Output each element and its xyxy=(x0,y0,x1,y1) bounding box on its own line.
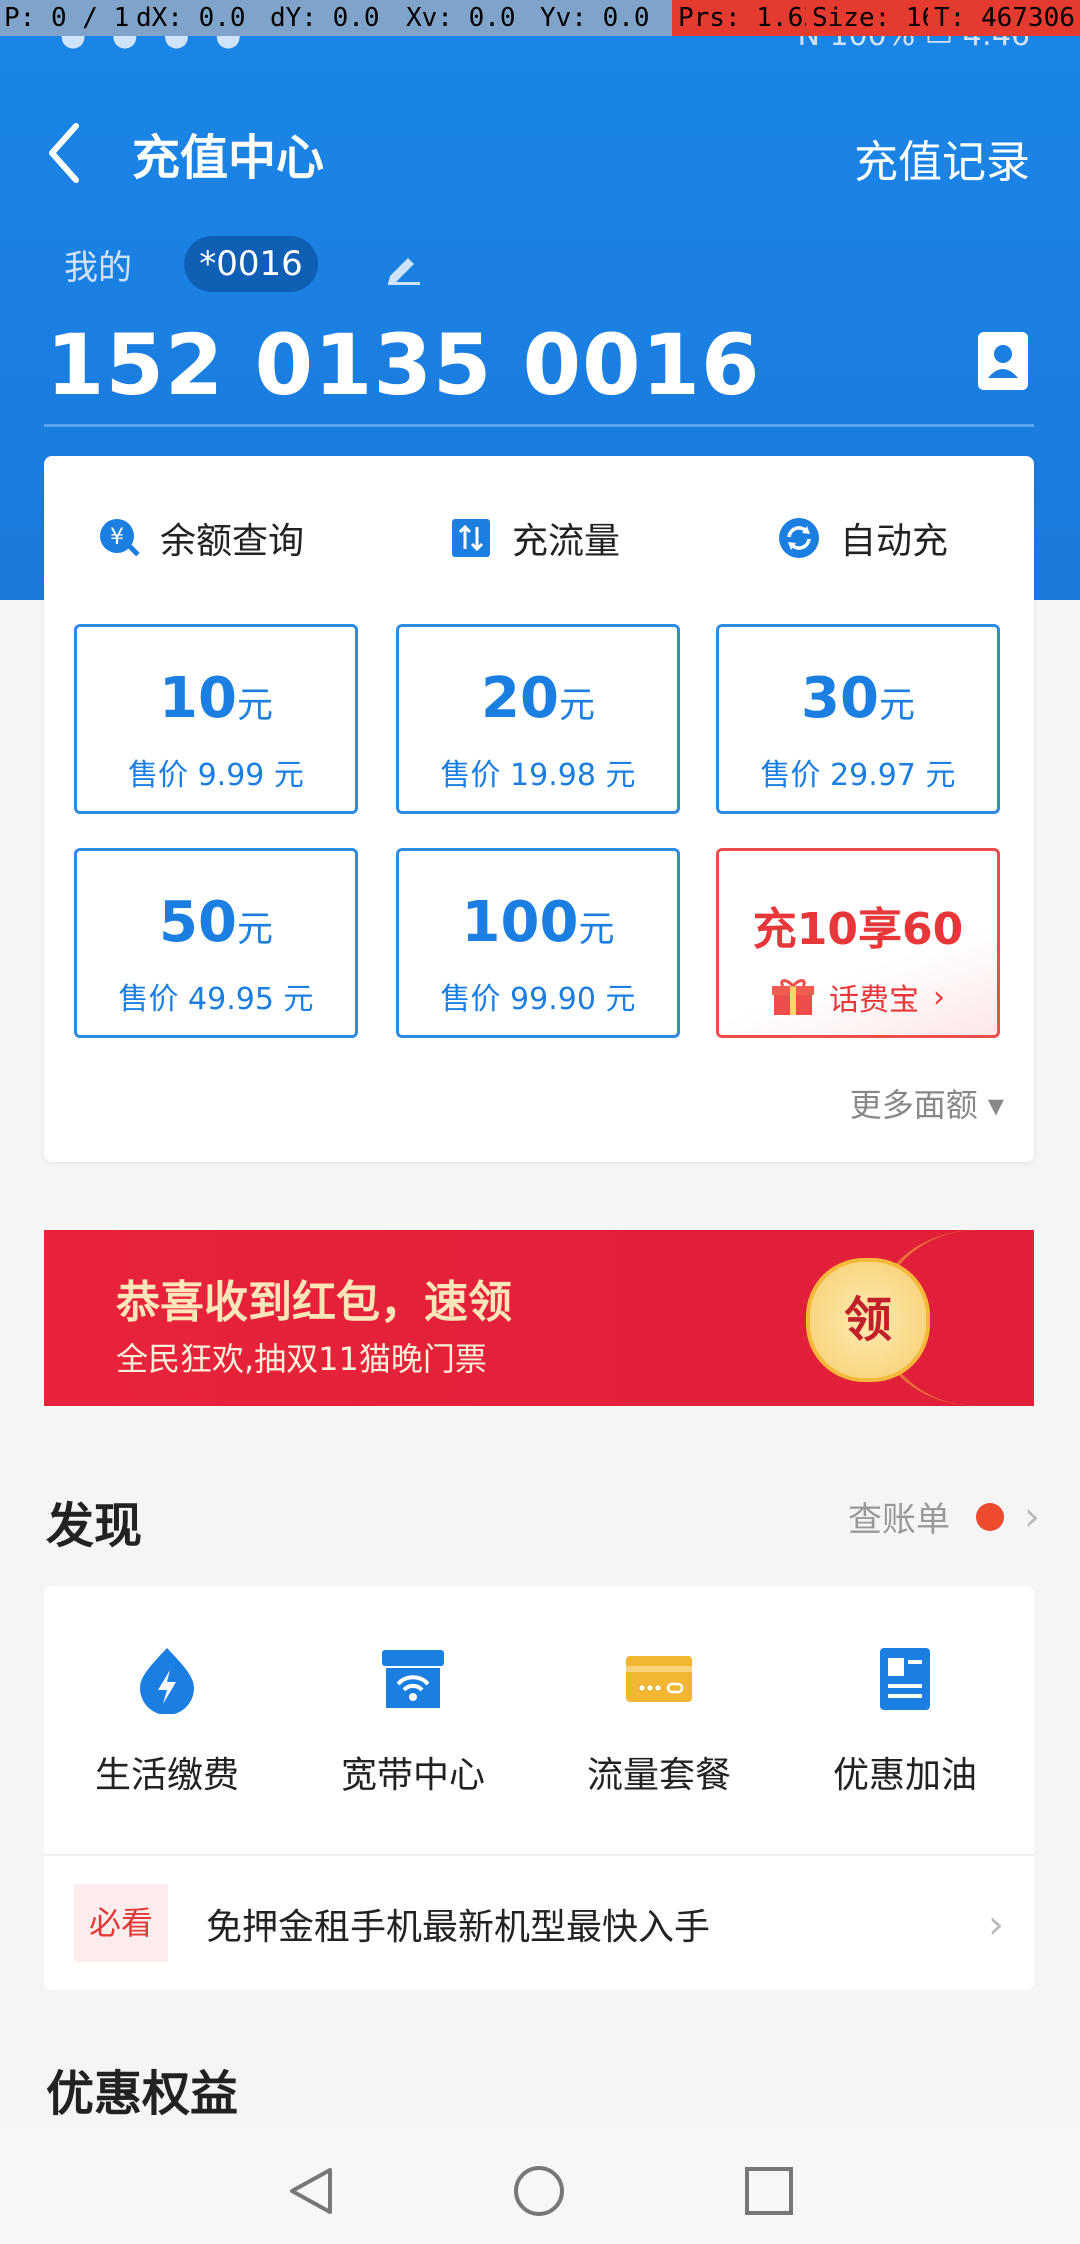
promo-subtitle: 话费宝 xyxy=(829,983,919,1018)
amount-option-50[interactable]: 50元 售价 49.95 元 xyxy=(74,848,358,1038)
discover-card: 生活缴费 宽带中心 流量套餐 优惠加油 必看 免押金租手机最新机型最快入手 › xyxy=(44,1586,1034,1990)
amount-value: 100 xyxy=(461,890,579,955)
amount-price: 售价 9.99 元 xyxy=(128,758,304,793)
phone-underline xyxy=(44,424,1034,427)
must-see-badge: 必看 xyxy=(74,1884,168,1962)
promo-notice-link[interactable]: 免押金租手机最新机型最快入手 xyxy=(206,1898,710,1950)
page-title: 充值中心 xyxy=(132,130,325,186)
tab-balance-query[interactable]: ¥ 余额查询 xyxy=(96,512,304,564)
service-data-plan[interactable]: 流量套餐 xyxy=(536,1644,782,1798)
tab-data-recharge[interactable]: 充流量 xyxy=(448,512,620,564)
amount-option-10[interactable]: 10元 售价 9.99 元 xyxy=(74,624,358,814)
service-label: 优惠加油 xyxy=(832,1755,977,1796)
back-arrow-icon[interactable] xyxy=(44,118,84,188)
contacts-icon[interactable] xyxy=(978,332,1028,390)
chevron-right-icon: › xyxy=(988,1902,1004,1948)
gift-icon xyxy=(772,979,814,1015)
nav-home-icon[interactable] xyxy=(512,2164,566,2218)
phone-number-input[interactable]: 152 0135 0016 xyxy=(46,316,760,414)
number-tag: *0016 xyxy=(184,236,318,292)
broadband-icon xyxy=(382,1650,444,1708)
promo-chevron: › xyxy=(933,979,945,1015)
perks-title: 优惠权益 xyxy=(46,2066,239,2122)
notification-dot xyxy=(976,1502,1004,1531)
amount-unit: 元 xyxy=(236,685,273,726)
debug-pressure: Prs: 1.63 xyxy=(672,0,825,36)
system-nav-bar xyxy=(0,2128,1080,2244)
amount-option-20[interactable]: 20元 售价 19.98 元 xyxy=(396,624,680,814)
mine-label: 我的 xyxy=(64,248,132,288)
banner-title: 恭喜收到红包，速领 xyxy=(116,1277,512,1328)
edit-pencil-icon[interactable] xyxy=(384,246,424,286)
tab-auto-recharge[interactable]: 自动充 xyxy=(776,512,948,564)
svg-text:¥: ¥ xyxy=(110,525,124,550)
amount-value: 10 xyxy=(159,666,237,731)
service-utility-bills[interactable]: 生活缴费 xyxy=(44,1644,290,1798)
tab-balance-query-label: 余额查询 xyxy=(160,521,305,562)
amount-value: 20 xyxy=(481,666,559,731)
recharge-card: ¥ 余额查询 充流量 自动充 10元 售价 9.99 元 20元 售价 19.9… xyxy=(44,456,1034,1162)
amount-value: 50 xyxy=(159,890,237,955)
quick-tabs: ¥ 余额查询 充流量 自动充 xyxy=(44,512,1034,582)
service-label: 宽带中心 xyxy=(340,1755,485,1796)
balance-query-icon: ¥ xyxy=(100,519,140,557)
recharge-record-link[interactable]: 充值记录 xyxy=(854,126,1030,190)
fuel-pump-icon xyxy=(880,1648,930,1710)
nav-back-icon[interactable] xyxy=(284,2164,338,2218)
amount-option-100[interactable]: 100元 售价 99.90 元 xyxy=(396,848,680,1038)
view-bill-label: 查账单 xyxy=(848,1500,950,1540)
debug-dx: dX: 0.0 xyxy=(136,3,246,33)
service-broadband[interactable]: 宽带中心 xyxy=(290,1644,536,1798)
debug-dy: dY: 0.0 xyxy=(270,3,380,33)
amount-unit: 元 xyxy=(878,685,915,726)
amount-unit: 元 xyxy=(236,909,273,950)
claim-coin-button[interactable]: 领 xyxy=(806,1258,930,1382)
chevron-right-icon: › xyxy=(1024,1493,1040,1540)
amount-price: 售价 19.98 元 xyxy=(440,758,636,793)
utility-bill-icon xyxy=(140,1648,194,1715)
nav-recents-icon[interactable] xyxy=(742,2164,796,2218)
service-label: 流量套餐 xyxy=(586,1755,731,1796)
service-fuel-discount[interactable]: 优惠加油 xyxy=(782,1644,1028,1798)
data-recharge-icon xyxy=(452,519,490,557)
debug-yv: Yv: 0.0 xyxy=(540,3,650,33)
tab-data-recharge-label: 充流量 xyxy=(512,521,621,562)
data-plan-card-icon xyxy=(626,1656,692,1702)
promo-title: 充10享60 xyxy=(752,904,964,955)
discover-title: 发现 xyxy=(46,1498,143,1554)
debug-time: T: 467306 xyxy=(928,0,1080,36)
debug-xv: Xv: 0.0 xyxy=(406,3,516,33)
divider xyxy=(44,1854,1034,1856)
auto-recharge-icon xyxy=(779,518,819,558)
pointer-debug-bar: P: 0 / 1 dX: 0.0 dY: 0.0 Xv: 0.0 Yv: 0.0… xyxy=(0,0,1080,36)
red-packet-banner[interactable]: 恭喜收到红包，速领 全民狂欢,抽双11猫晚门票 领 xyxy=(44,1230,1034,1406)
banner-subtitle: 全民狂欢,抽双11猫晚门票 xyxy=(116,1340,487,1378)
amount-price: 售价 29.97 元 xyxy=(760,758,956,793)
promo-recharge-option[interactable]: 充10享60 话费宝 › xyxy=(716,848,1000,1038)
view-bill-link[interactable]: 查账单 › xyxy=(848,1492,1040,1541)
debug-pointer-count: P: 0 / 1 xyxy=(4,3,130,33)
amount-option-30[interactable]: 30元 售价 29.97 元 xyxy=(716,624,1000,814)
amount-price: 售价 49.95 元 xyxy=(118,982,314,1017)
amount-value: 30 xyxy=(801,666,879,731)
amount-unit: 元 xyxy=(558,685,595,726)
amount-price: 售价 99.90 元 xyxy=(440,982,636,1017)
more-amounts-link[interactable]: 更多面额 ▾ xyxy=(850,1080,1004,1126)
amount-unit: 元 xyxy=(578,909,615,950)
service-label: 生活缴费 xyxy=(94,1755,239,1796)
tab-auto-recharge-label: 自动充 xyxy=(840,521,949,562)
